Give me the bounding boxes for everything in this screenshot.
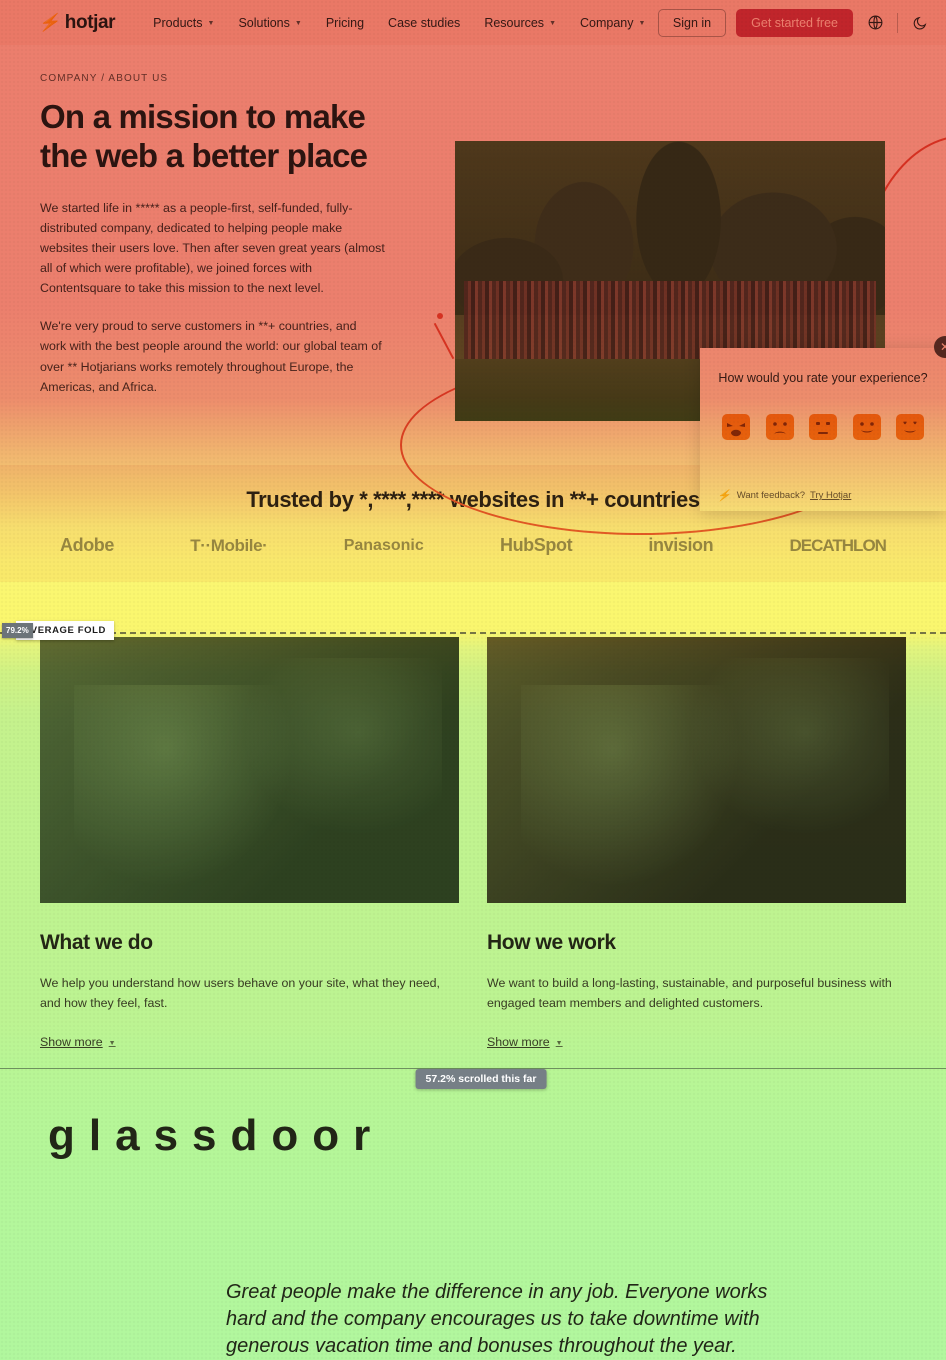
show-more-link[interactable]: Show more ▼ bbox=[487, 1035, 563, 1049]
angry-face-icon[interactable] bbox=[722, 413, 750, 440]
close-icon[interactable]: ✕ bbox=[934, 336, 946, 358]
card-body: We help you understand how users behave … bbox=[40, 976, 440, 1011]
spacer-band bbox=[0, 582, 946, 637]
card-what-we-do: What we do We help you understand how us… bbox=[40, 637, 459, 1051]
survey-rating-options bbox=[722, 413, 924, 440]
card-image bbox=[487, 637, 906, 903]
logo-decathlon: DECATHLON bbox=[789, 535, 886, 555]
card-title: What we do bbox=[40, 931, 153, 954]
nav-item-products[interactable]: Products ▼ bbox=[141, 10, 226, 36]
decorative-dot bbox=[437, 313, 443, 319]
nav-links: Products ▼ Solutions ▼ Pricing Case stud… bbox=[141, 10, 657, 36]
feedback-survey-widget[interactable]: ✕ How would you rate your experience? ⚡ … bbox=[700, 336, 946, 511]
nav-label: Resources bbox=[484, 15, 545, 30]
survey-footer: ⚡ Want feedback? Try Hotjar bbox=[716, 489, 852, 502]
nav-label: Solutions bbox=[238, 15, 290, 30]
nav-actions: Sign in Get started free bbox=[657, 8, 932, 37]
scroll-depth-marker: 57.2% scrolled this far bbox=[415, 1069, 547, 1089]
customer-logos: Adobe T··Mobile· Panasonic HubSpot invis… bbox=[0, 513, 946, 556]
show-more-label: Show more bbox=[487, 1035, 550, 1050]
try-hotjar-link[interactable]: Try Hotjar bbox=[810, 490, 851, 501]
nav-item-case-studies[interactable]: Case studies bbox=[376, 10, 472, 36]
logo-hubspot: HubSpot bbox=[499, 535, 573, 555]
chevron-down-icon: ▼ bbox=[294, 20, 302, 27]
logo-adobe: Adobe bbox=[60, 535, 114, 555]
nav-item-solutions[interactable]: Solutions ▼ bbox=[226, 10, 313, 36]
nav-item-company[interactable]: Company ▼ bbox=[568, 10, 657, 36]
glassdoor-quote-card: Great people make the difference in any … bbox=[196, 1193, 776, 1360]
nav-item-pricing[interactable]: Pricing bbox=[314, 10, 376, 36]
decorative-tick bbox=[433, 322, 455, 360]
hero-section: COMPANY / ABOUT US On a mission to make … bbox=[0, 45, 946, 535]
card-title: How we work bbox=[487, 931, 616, 954]
top-navbar: ⚡ hotjar Products ▼ Solutions ▼ Pricing … bbox=[0, 0, 946, 45]
chevron-down-icon: ▼ bbox=[638, 20, 646, 27]
page-title: On a mission to make the web a better pl… bbox=[40, 98, 368, 174]
love-face-icon[interactable] bbox=[896, 413, 924, 440]
survey-footer-text: Want feedback? bbox=[736, 490, 806, 501]
website-page: ⚡ hotjar Products ▼ Solutions ▼ Pricing … bbox=[0, 0, 946, 1360]
get-started-free-button[interactable]: Get started free bbox=[736, 8, 853, 37]
happy-face-icon[interactable] bbox=[852, 413, 881, 440]
info-cards: What we do We help you understand how us… bbox=[0, 637, 946, 1052]
survey-question: How would you rate your experience? bbox=[718, 371, 928, 385]
logo-panasonic: Panasonic bbox=[343, 536, 424, 554]
chevron-down-icon: ▼ bbox=[108, 1039, 116, 1047]
card-body: We want to build a long-lasting, sustain… bbox=[487, 976, 892, 1011]
sign-in-button[interactable]: Sign in bbox=[657, 8, 727, 37]
hotjar-bolt-icon: ⚡ bbox=[716, 490, 733, 502]
nav-label: Products bbox=[153, 15, 203, 30]
nav-item-resources[interactable]: Resources ▼ bbox=[472, 10, 568, 36]
chevron-down-icon: ▼ bbox=[555, 1039, 563, 1047]
glassdoor-logo: glassdoor bbox=[48, 1111, 385, 1161]
nav-label: Case studies bbox=[388, 15, 461, 30]
hero-paragraph-2: We're very proud to serve customers in *… bbox=[40, 319, 382, 394]
show-more-link[interactable]: Show more ▼ bbox=[40, 1035, 116, 1049]
glassdoor-quote: Great people make the difference in any … bbox=[226, 1281, 768, 1358]
nav-label: Company bbox=[580, 15, 634, 30]
card-image bbox=[40, 637, 459, 903]
logo-invision: invision bbox=[648, 535, 714, 555]
hotjar-bolt-icon: ⚡ bbox=[38, 12, 63, 32]
glassdoor-section: glassdoor Great people make the differen… bbox=[0, 1093, 946, 1360]
neutral-face-icon[interactable] bbox=[809, 413, 837, 440]
average-fold-line bbox=[0, 632, 946, 634]
chevron-down-icon: ▼ bbox=[207, 20, 215, 27]
nav-label: Pricing bbox=[325, 15, 365, 30]
breadcrumb: COMPANY / ABOUT US bbox=[40, 73, 169, 84]
chevron-down-icon: ▼ bbox=[549, 20, 556, 27]
card-how-we-work: How we work We want to build a long-last… bbox=[487, 637, 906, 1051]
show-more-label: Show more bbox=[40, 1035, 103, 1050]
hero-paragraph-1: We started life in ***** as a people-fir… bbox=[40, 200, 385, 296]
moon-icon[interactable] bbox=[908, 11, 932, 35]
logo-text: hotjar bbox=[64, 11, 116, 33]
average-fold-percent: 79.2% bbox=[2, 623, 33, 638]
sad-face-icon[interactable] bbox=[765, 413, 794, 440]
globe-icon[interactable] bbox=[863, 11, 887, 35]
hotjar-logo[interactable]: ⚡ hotjar bbox=[38, 11, 116, 34]
nav-divider bbox=[897, 12, 898, 33]
logo-tmobile: T··Mobile· bbox=[190, 535, 268, 555]
